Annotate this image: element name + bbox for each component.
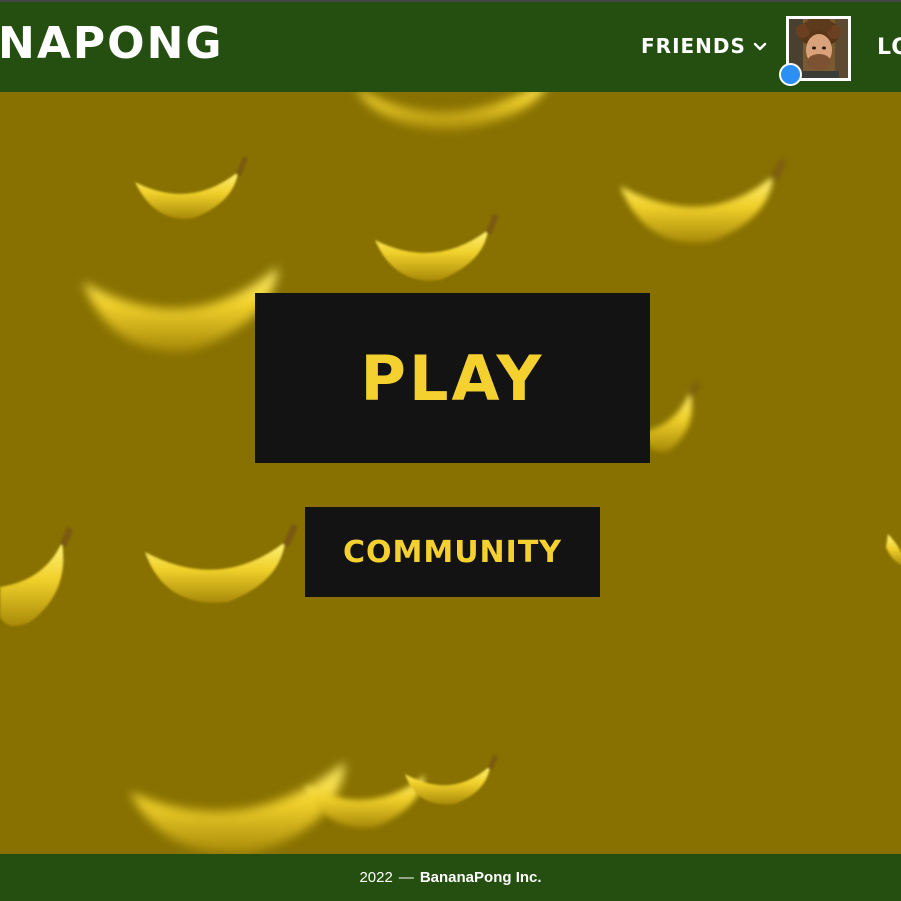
footer-separator: — [398, 869, 414, 886]
logout-link[interactable]: LO [877, 32, 901, 64]
top-nav-bar: ANAPONG FRIENDS [0, 0, 901, 92]
chevron-down-icon [753, 42, 767, 51]
banana-decoration [135, 157, 248, 219]
banana-decoration [0, 527, 73, 626]
friends-menu-button[interactable]: FRIENDS [641, 32, 768, 60]
banana-decoration [358, 92, 543, 130]
friends-menu-label: FRIENDS [641, 34, 746, 58]
page: ANAPONG FRIENDS [0, 0, 901, 901]
banana-background [0, 92, 901, 854]
banana-decoration [145, 524, 298, 603]
online-status-indicator [779, 63, 802, 86]
banana-decoration [620, 159, 786, 243]
banana-decoration [886, 534, 901, 566]
community-button[interactable]: COMMUNITY [305, 507, 600, 597]
footer-company: BananaPong Inc. [419, 869, 542, 886]
banana-decoration [375, 214, 499, 281]
play-button[interactable]: PLAY [255, 293, 650, 463]
banana-decoration [640, 382, 700, 452]
footer: 2022 — BananaPong Inc. [0, 854, 901, 901]
site-logo[interactable]: ANAPONG [0, 14, 224, 74]
banana-decoration [405, 755, 498, 805]
footer-year: 2022 [359, 869, 393, 886]
